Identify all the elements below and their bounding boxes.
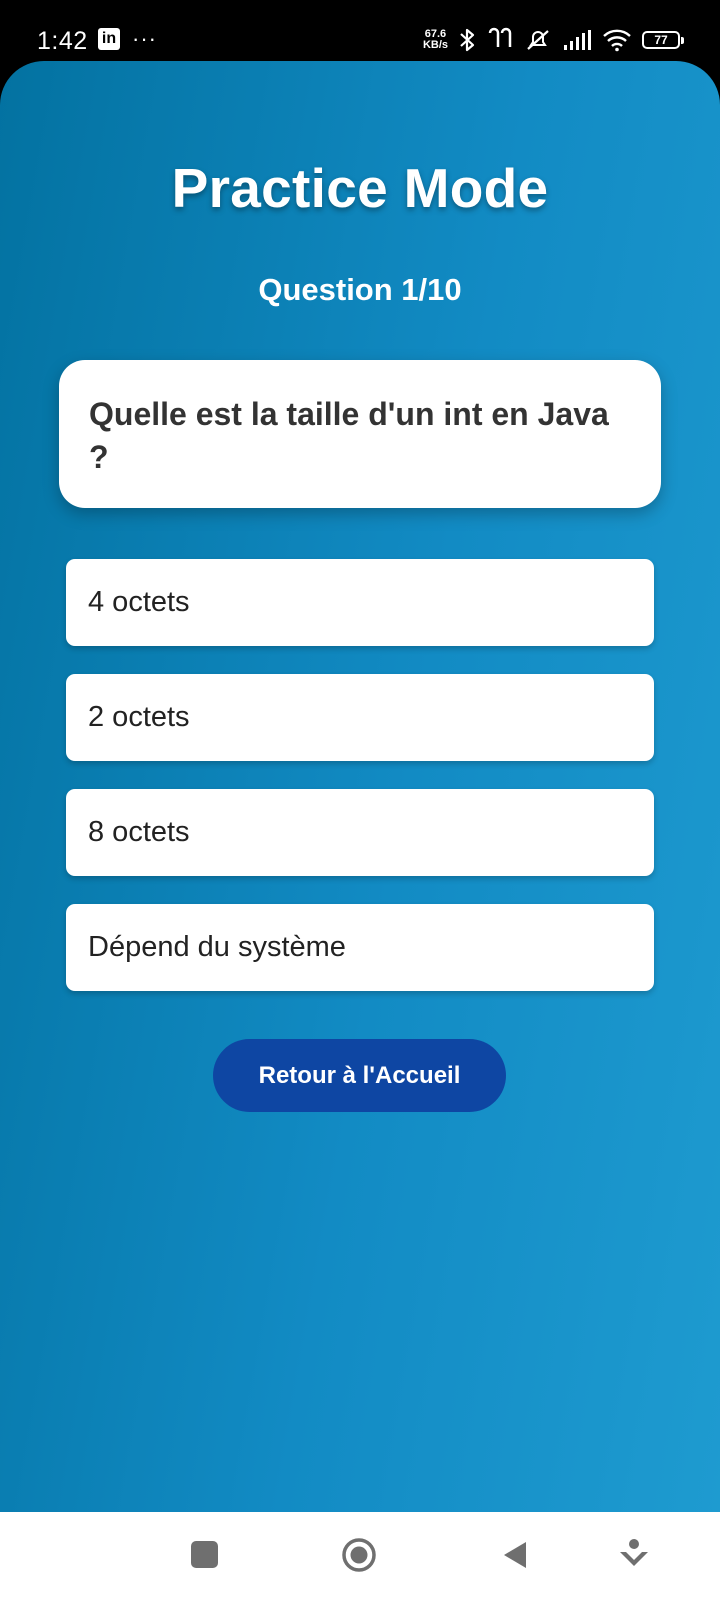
- answer-option-3[interactable]: 8 octets: [66, 789, 654, 876]
- page-title: Practice Mode: [171, 157, 549, 219]
- linkedin-icon: in: [98, 28, 120, 50]
- question-text: Quelle est la taille d'un int en Java ?: [89, 396, 609, 475]
- home-button[interactable]: Retour à l'Accueil: [213, 1039, 506, 1112]
- recents-square-icon[interactable]: [191, 1541, 218, 1568]
- answer-option-1[interactable]: 4 octets: [66, 559, 654, 646]
- network-speed-unit: KB/s: [422, 39, 448, 51]
- assistant-icon[interactable]: [618, 1536, 650, 1572]
- wifi-icon: [603, 29, 631, 52]
- silent-mode-icon: [527, 30, 549, 50]
- status-bar: 1:42 in ··· 67.6 KB/s 77: [0, 0, 720, 62]
- more-notifications-icon: ···: [132, 26, 157, 51]
- answer-option-4[interactable]: Dépend du système: [66, 904, 654, 991]
- bluetooth-icon: [460, 28, 475, 52]
- answer-option-2[interactable]: 2 octets: [66, 674, 654, 761]
- status-left-icons: in ···: [98, 28, 157, 50]
- battery-icon: 77: [642, 31, 684, 49]
- question-card: Quelle est la taille d'un int en Java ?: [59, 360, 661, 508]
- status-right-icons: 67.6 KB/s 77: [423, 25, 684, 55]
- network-speed: 67.6 KB/s: [423, 29, 448, 51]
- question-counter: Question 1/10: [258, 272, 462, 307]
- app-screen: Practice Mode Question 1/10 Quelle est l…: [0, 61, 720, 1512]
- status-time: 1:42: [37, 27, 88, 55]
- back-triangle-icon[interactable]: [502, 1540, 528, 1570]
- system-nav-bar: [0, 1512, 720, 1600]
- signal-icon: [564, 30, 591, 50]
- home-circle-icon[interactable]: [341, 1537, 377, 1573]
- earbuds-icon: [488, 27, 512, 47]
